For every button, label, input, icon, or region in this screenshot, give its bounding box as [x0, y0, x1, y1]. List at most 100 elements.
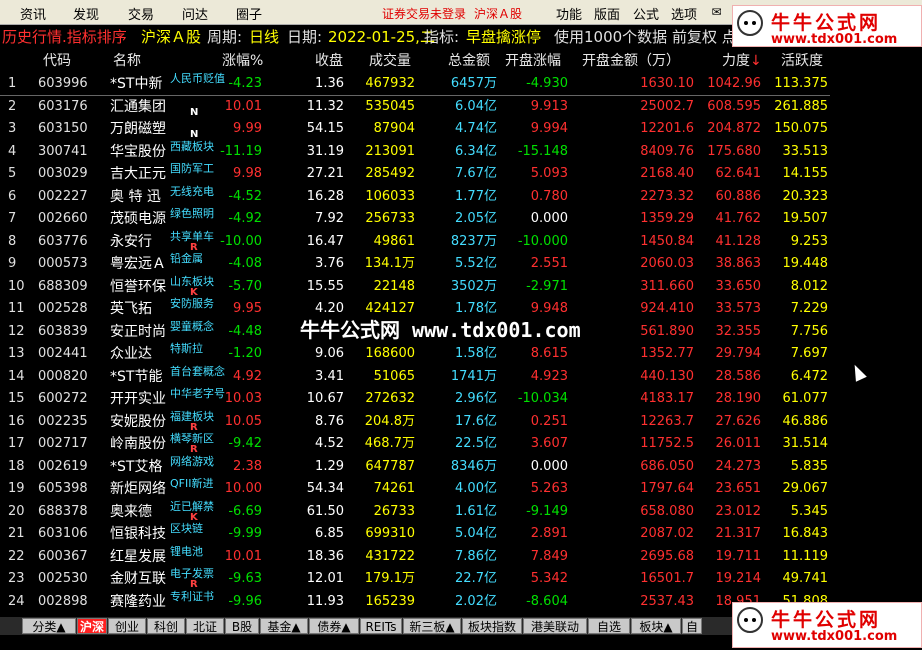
- open-amount: 658.080: [640, 503, 694, 519]
- col-pct[interactable]: 涨幅%: [222, 51, 263, 71]
- market-tab[interactable]: 北证: [186, 618, 224, 634]
- market-tab[interactable]: B股: [225, 618, 259, 634]
- force-value: 21.317: [715, 526, 762, 541]
- indicator-name[interactable]: 早盘擒涨停: [466, 25, 541, 49]
- market-tab[interactable]: 自选: [588, 618, 630, 634]
- table-row[interactable]: 15 600272 开开实业 中华老字号 10.03 10.67 272632 2.96亿 -1…: [0, 387, 850, 410]
- table-row[interactable]: 19 605398 新炬网络 QFII新进 10.00 54.34 74261 4.00亿 5.…: [0, 477, 850, 500]
- menu-item-layout[interactable]: 版面: [594, 4, 620, 23]
- view-mode: 历史行情.指标排序: [2, 28, 127, 46]
- close-price: 4.52: [315, 436, 344, 451]
- market-tab[interactable]: 分类▲: [22, 618, 76, 634]
- table-row[interactable]: 22 600367 红星发展 锂电池 10.01 18.36 431722 7.86亿 7.84…: [0, 545, 850, 568]
- col-code[interactable]: 代码: [43, 51, 71, 71]
- table-row[interactable]: 23 002530 金财互联 电子发票 R -9.63 12.01 179.1万 22.7亿 5.…: [0, 567, 850, 590]
- col-close[interactable]: 收盘: [315, 51, 343, 71]
- volume-value: 51065: [373, 368, 415, 384]
- menu-item-function[interactable]: 功能: [556, 4, 582, 23]
- row-index: 2: [8, 98, 17, 114]
- volume-value: 431722: [365, 548, 415, 564]
- amount-unit: 亿: [483, 526, 497, 541]
- menu-item-news[interactable]: 资讯: [20, 4, 46, 23]
- volume: 699310: [355, 523, 415, 545]
- table-row[interactable]: 24 002898 赛隆药业 专利证书 -9.96 11.93 165239 2.02亿 -8.…: [0, 590, 850, 613]
- volume: 647787: [355, 456, 415, 478]
- row-index: 7: [8, 211, 17, 226]
- volume: 87904: [355, 118, 415, 140]
- row-index: 22: [8, 548, 25, 564]
- amount-value: 6457: [450, 76, 484, 91]
- table-row[interactable]: 13 002441 众业达 特斯拉 -1.20 9.06 168600 1.58亿 8.615 1…: [0, 342, 850, 365]
- volume-value: 26733: [373, 503, 415, 519]
- stock-name: 奥 特 迅: [110, 188, 161, 205]
- table-row[interactable]: 4 300741 华宝股份 西藏板块 -11.19 31.19 213091 6.34亿 -15…: [0, 140, 850, 163]
- activity-value: 20.323: [782, 188, 829, 204]
- open-change-pct: -10.000: [517, 233, 568, 249]
- data-note: 使用1000个数据 前复权 点: [554, 28, 737, 46]
- menu-item-formula[interactable]: 公式: [633, 4, 659, 23]
- table-row[interactable]: 18 002619 *ST艾格 网络游戏 2.38 1.29 647787 8346万 0.00…: [0, 455, 850, 478]
- concept-tag: 特斯拉: [170, 342, 203, 355]
- stock-code: 603776: [38, 233, 88, 249]
- col-force[interactable]: 力度↓: [722, 51, 762, 71]
- market-tab[interactable]: REITs: [360, 618, 402, 634]
- table-row[interactable]: 7 002660 茂硕电源 绿色照明 -4.92 7.92 256733 2.05亿 0.000…: [0, 207, 850, 230]
- table-row[interactable]: 3 603150 万朗磁塑 N 9.99 54.15 87904 4.74亿 9.994 1220…: [0, 118, 850, 140]
- close-price: 10.67: [306, 391, 344, 406]
- col-name[interactable]: 名称: [113, 51, 141, 71]
- volume: 285492: [355, 163, 415, 185]
- menu-item-options[interactable]: 选项: [671, 4, 697, 23]
- table-row[interactable]: 14 000820 *ST节能 首台套概念 4.92 3.41 51065 1741万 4.92…: [0, 365, 850, 388]
- table-row[interactable]: 1 603996 *ST中新 人民币贬值 -4.23 1.36 467932 6457万 -4.…: [0, 72, 850, 95]
- row-index: 11: [8, 301, 25, 316]
- amount-unit: 亿: [483, 346, 497, 361]
- col-amount[interactable]: 总金额: [448, 51, 490, 71]
- table-row[interactable]: 6 002227 奥 特 迅无线充电 -4.52 16.28 106033 1.77亿 0.7…: [0, 185, 850, 208]
- total-amount: 5.04亿: [420, 523, 497, 545]
- table-row[interactable]: 16 002235 安妮股份 福建板块 R 10.05 8.76 204.8万 17.6亿 0.2…: [0, 410, 850, 433]
- market-tab[interactable]: 新三板▲: [403, 618, 461, 634]
- table-row[interactable]: 9 000573 粤宏远Ａ 铅金属 -4.08 3.76 134.1万 5.52亿 2.551 2…: [0, 252, 850, 275]
- market-tab[interactable]: 科创: [147, 618, 185, 634]
- table-row[interactable]: 17 002717 岭南股份 横琴新区 R -9.42 4.52 468.7万 22.5亿 3.6…: [0, 432, 850, 455]
- login-status[interactable]: 证券交易未登录: [382, 5, 466, 22]
- market-tab[interactable]: 自: [682, 618, 702, 634]
- market-tab[interactable]: 基金▲: [260, 618, 308, 634]
- col-active[interactable]: 活跃度: [781, 51, 823, 71]
- open-amount: 1352.77: [640, 346, 694, 361]
- menu-item-discover[interactable]: 发现: [73, 4, 99, 23]
- menu-item-trade[interactable]: 交易: [128, 4, 154, 23]
- market-tab[interactable]: 债券▲: [309, 618, 359, 634]
- table-row[interactable]: 21 603106 恒银科技 区块链 -9.99 6.85 699310 5.04亿 2.891…: [0, 522, 850, 545]
- activity-value: 11.119: [782, 548, 829, 564]
- volume-unit: 万: [401, 571, 415, 586]
- menu-item-circle[interactable]: 圈子: [236, 4, 262, 23]
- stock-code: 000573: [38, 256, 88, 271]
- col-open-pct[interactable]: 开盘涨幅: [505, 51, 561, 71]
- table-row[interactable]: 10 688309 恒誉环保 山东板块 K -5.70 15.55 22148 3502万 -2.…: [0, 275, 850, 298]
- col-force-label: 力度: [722, 53, 750, 69]
- table-row[interactable]: 8 603776 永安行 共享单车 R -10.00 16.47 49861 8237万 -10.…: [0, 230, 850, 253]
- market-tab[interactable]: 沪深: [77, 618, 107, 634]
- amount-unit: 亿: [483, 481, 497, 496]
- market-tab[interactable]: 板块指数: [462, 618, 522, 634]
- period-value[interactable]: 日线: [249, 25, 279, 49]
- market-tab[interactable]: 创业: [108, 618, 146, 634]
- open-change-pct: 0.000: [530, 211, 568, 226]
- stock-name: *ST节能: [110, 368, 163, 385]
- volume: 168600: [355, 343, 415, 365]
- col-volume[interactable]: 成交量: [369, 51, 411, 71]
- table-row[interactable]: 5 003029 吉大正元 国防军工 9.98 27.21 285492 7.67亿 5.093…: [0, 162, 850, 185]
- table-row[interactable]: 20 688378 奥来德 近已解禁 K -6.69 61.50 26733 1.61亿 -9.1…: [0, 500, 850, 523]
- menu-item-ask[interactable]: 问达: [182, 4, 208, 23]
- volume-value: 468.7: [364, 436, 402, 451]
- market-tab[interactable]: 板块▲: [631, 618, 681, 634]
- open-amount: 686.050: [640, 458, 694, 474]
- open-amount: 12201.6: [640, 121, 694, 136]
- col-open-amount[interactable]: 开盘金额（万）: [582, 51, 680, 71]
- market-tab[interactable]: 港美联动: [523, 618, 587, 634]
- mail-icon[interactable]: ✉: [708, 4, 725, 20]
- total-amount: 22.5亿: [420, 433, 497, 455]
- table-row[interactable]: 2 603176 汇通集团 N 10.01 11.32 535045 6.04亿 9.913 25…: [0, 96, 850, 118]
- date-value[interactable]: 2022-01-25,二: [328, 25, 435, 49]
